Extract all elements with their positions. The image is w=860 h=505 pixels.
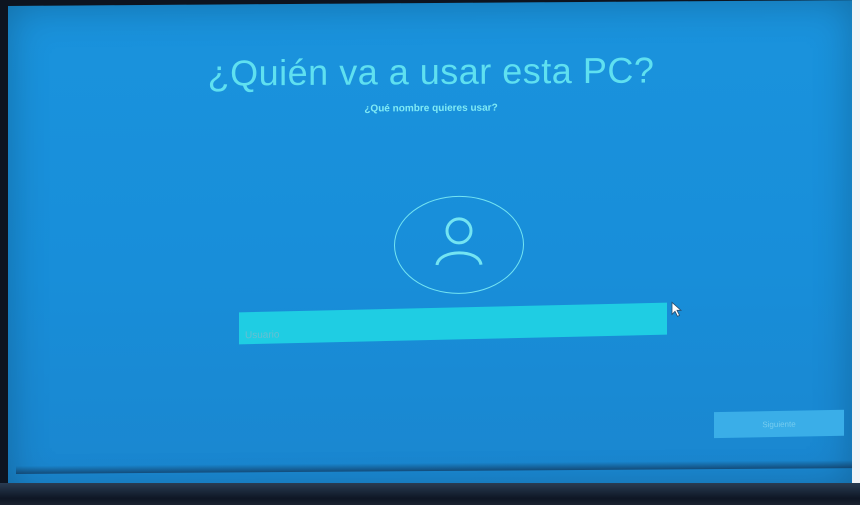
- right-bezel: [852, 0, 860, 505]
- user-icon: [435, 217, 483, 266]
- left-bezel: [0, 0, 8, 505]
- page-subtitle: ¿Qué nombre quieres usar?: [364, 102, 498, 115]
- screen-bottom-shade: [16, 460, 854, 474]
- next-button[interactable]: Siguiente: [714, 409, 844, 439]
- bottom-bezel: [0, 483, 860, 505]
- mouse-pointer-icon: [671, 301, 683, 317]
- oobe-screen: ¿Quién va a usar esta PC? ¿Qué nombre qu…: [8, 0, 854, 496]
- page-title: ¿Quién va a usar esta PC?: [207, 49, 655, 94]
- user-avatar: [394, 195, 524, 295]
- user-name-input[interactable]: [239, 302, 667, 345]
